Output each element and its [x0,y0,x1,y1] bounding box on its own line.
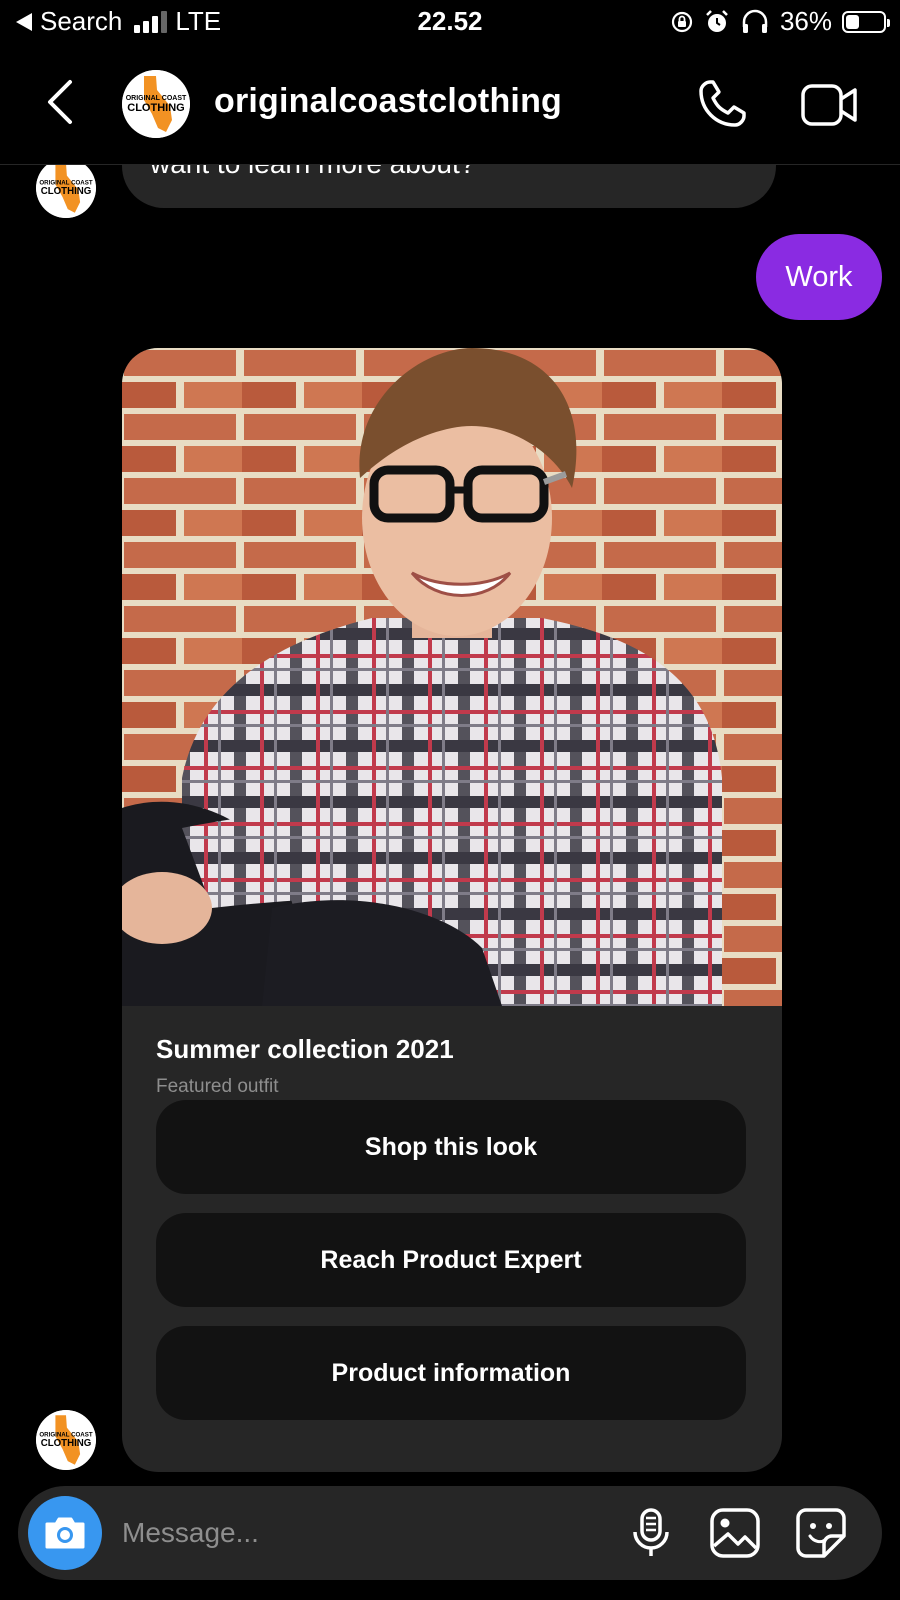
logo-text-top: ORIGINAL COAST [126,95,187,102]
shop-this-look-button[interactable]: Shop this look [156,1100,746,1194]
sent-message-bubble[interactable]: Work [756,234,882,320]
brand-logo-icon: ORIGINAL COAST CLOTHING [36,1410,96,1470]
sticker-icon[interactable] [794,1506,848,1560]
reach-product-expert-button[interactable]: Reach Product Expert [156,1213,746,1307]
orientation-lock-icon [671,11,693,32]
sent-message-text: Work [785,260,853,293]
sender-avatar-top: ORIGINAL COAST CLOTHING [36,164,96,218]
received-message-text: want to learn more about? [150,164,475,180]
battery-level [846,14,859,29]
card-subtitle: Featured outfit [156,1076,279,1097]
status-bar-right: 36% [670,6,890,37]
headphones-icon [742,9,768,33]
conversation-header: ORIGINAL COAST CLOTHING originalcoastclo… [0,46,900,165]
back-arrow-icon[interactable] [40,76,80,128]
battery-icon [842,10,890,33]
sender-avatar-bottom: ORIGINAL COAST CLOTHING [36,1410,96,1470]
gallery-icon[interactable] [708,1506,762,1560]
product-card[interactable]: Summer collection 2021 Featured outfit S… [122,348,782,1472]
status-bar: Search LTE 22.52 36% [0,0,900,46]
brand-logo-icon: ORIGINAL COAST CLOTHING [122,70,190,138]
camera-icon [45,1517,85,1549]
phone-call-icon[interactable] [696,78,748,130]
brand-logo-icon: ORIGINAL COAST CLOTHING [36,164,96,218]
battery-percent: 36% [779,6,832,36]
conversation-username[interactable]: originalcoastclothing [214,82,562,121]
logo-text-bottom: CLOTHING [127,102,184,114]
alarm-icon [706,9,728,32]
logo-text-bottom: CLOTHING [41,186,92,197]
product-photo[interactable] [122,348,782,1006]
logo-text-bottom: CLOTHING [41,1438,92,1449]
video-call-icon[interactable] [800,82,860,128]
message-composer [18,1486,882,1580]
message-thread[interactable]: ORIGINAL COAST CLOTHING want to learn mo… [0,164,900,1484]
card-title: Summer collection 2021 [156,1034,454,1064]
profile-avatar[interactable]: ORIGINAL COAST CLOTHING [122,70,190,138]
microphone-icon[interactable] [624,1506,678,1560]
received-message-bubble[interactable]: want to learn more about? [122,164,776,208]
product-information-button[interactable]: Product information [156,1326,746,1420]
message-input[interactable] [120,1510,604,1556]
camera-button[interactable] [28,1496,102,1570]
